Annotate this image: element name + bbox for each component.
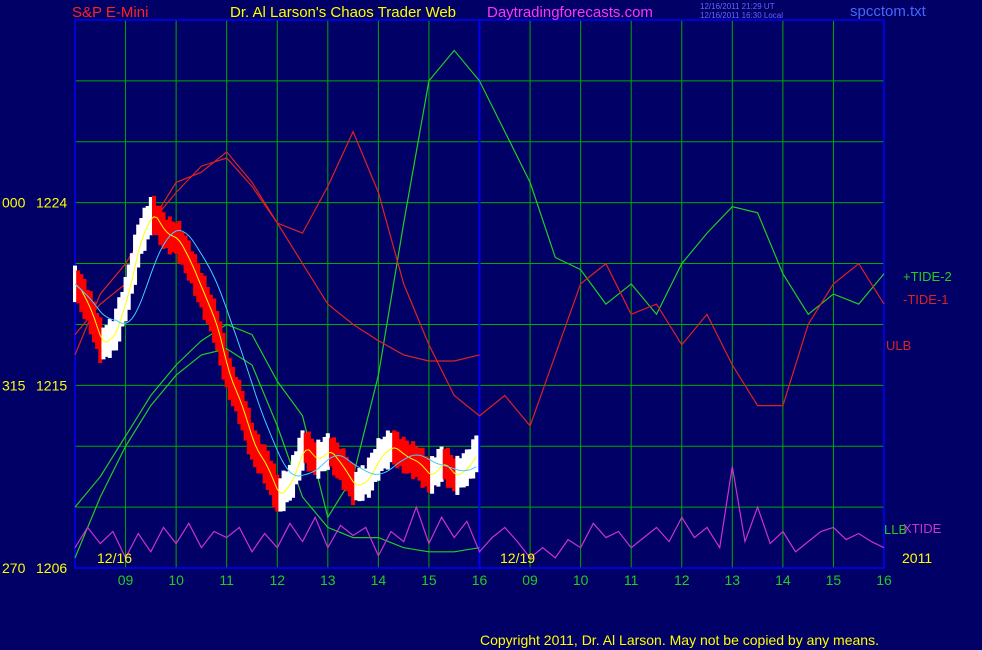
- chart-title: Dr. Al Larson's Chaos Trader Web: [230, 4, 456, 21]
- y-axis-price-label: 1206: [36, 560, 67, 576]
- hour-tick-label: 16: [472, 572, 488, 588]
- hour-tick-label: 15: [421, 572, 437, 588]
- series-label-tide-1: -TIDE-1: [903, 292, 949, 307]
- hour-tick-label: 09: [522, 572, 538, 588]
- hour-tick-label: 11: [219, 572, 234, 588]
- chaos-chart: S&P E-Mini Dr. Al Larson's Chaos Trader W…: [2, 2, 952, 648]
- timestamp-local: 12/16/2011 16:30 Local: [700, 11, 783, 20]
- date-label-12-19: 12/19: [500, 550, 535, 566]
- series-label-ulb: ULB: [886, 338, 911, 353]
- symbol-title: S&P E-Mini: [72, 4, 148, 21]
- copyright-notice: Copyright 2011, Dr. Al Larson. May not b…: [480, 632, 879, 648]
- y-axis-price-label: 1224: [36, 195, 67, 211]
- hour-tick-label: 14: [775, 572, 791, 588]
- hour-tick-label: 10: [573, 572, 589, 588]
- y-axis-tide-label: 315: [2, 377, 26, 393]
- series-label-tide-2: +TIDE-2: [903, 269, 952, 284]
- site-name: Daytradingforecasts.com: [487, 4, 653, 21]
- hour-tick-label: 12: [269, 572, 285, 588]
- hour-tick-label: 15: [826, 572, 842, 588]
- y-axis-tide-label: 270: [2, 560, 26, 576]
- hour-tick-label: 13: [725, 572, 741, 588]
- hour-tick-label: 09: [118, 572, 134, 588]
- hour-tick-label: 14: [371, 572, 387, 588]
- date-label-12-16: 12/16: [97, 550, 132, 566]
- price-bar: [474, 435, 479, 473]
- y-axis-price-label: 1215: [36, 377, 67, 393]
- hour-tick-label: 10: [168, 572, 184, 588]
- hour-tick-label: 13: [320, 572, 336, 588]
- series-label-xtide: XTIDE: [903, 521, 942, 536]
- hour-tick-label: 16: [876, 572, 892, 588]
- hour-tick-label: 12: [674, 572, 690, 588]
- data-filename: spcctom.txt: [850, 3, 927, 20]
- hour-tick-label: 11: [624, 572, 639, 588]
- y-axis-tide-label: 000: [2, 195, 26, 211]
- timestamp-ut: 12/16/2011 21:29 UT: [700, 2, 775, 11]
- year-label: 2011: [902, 550, 932, 566]
